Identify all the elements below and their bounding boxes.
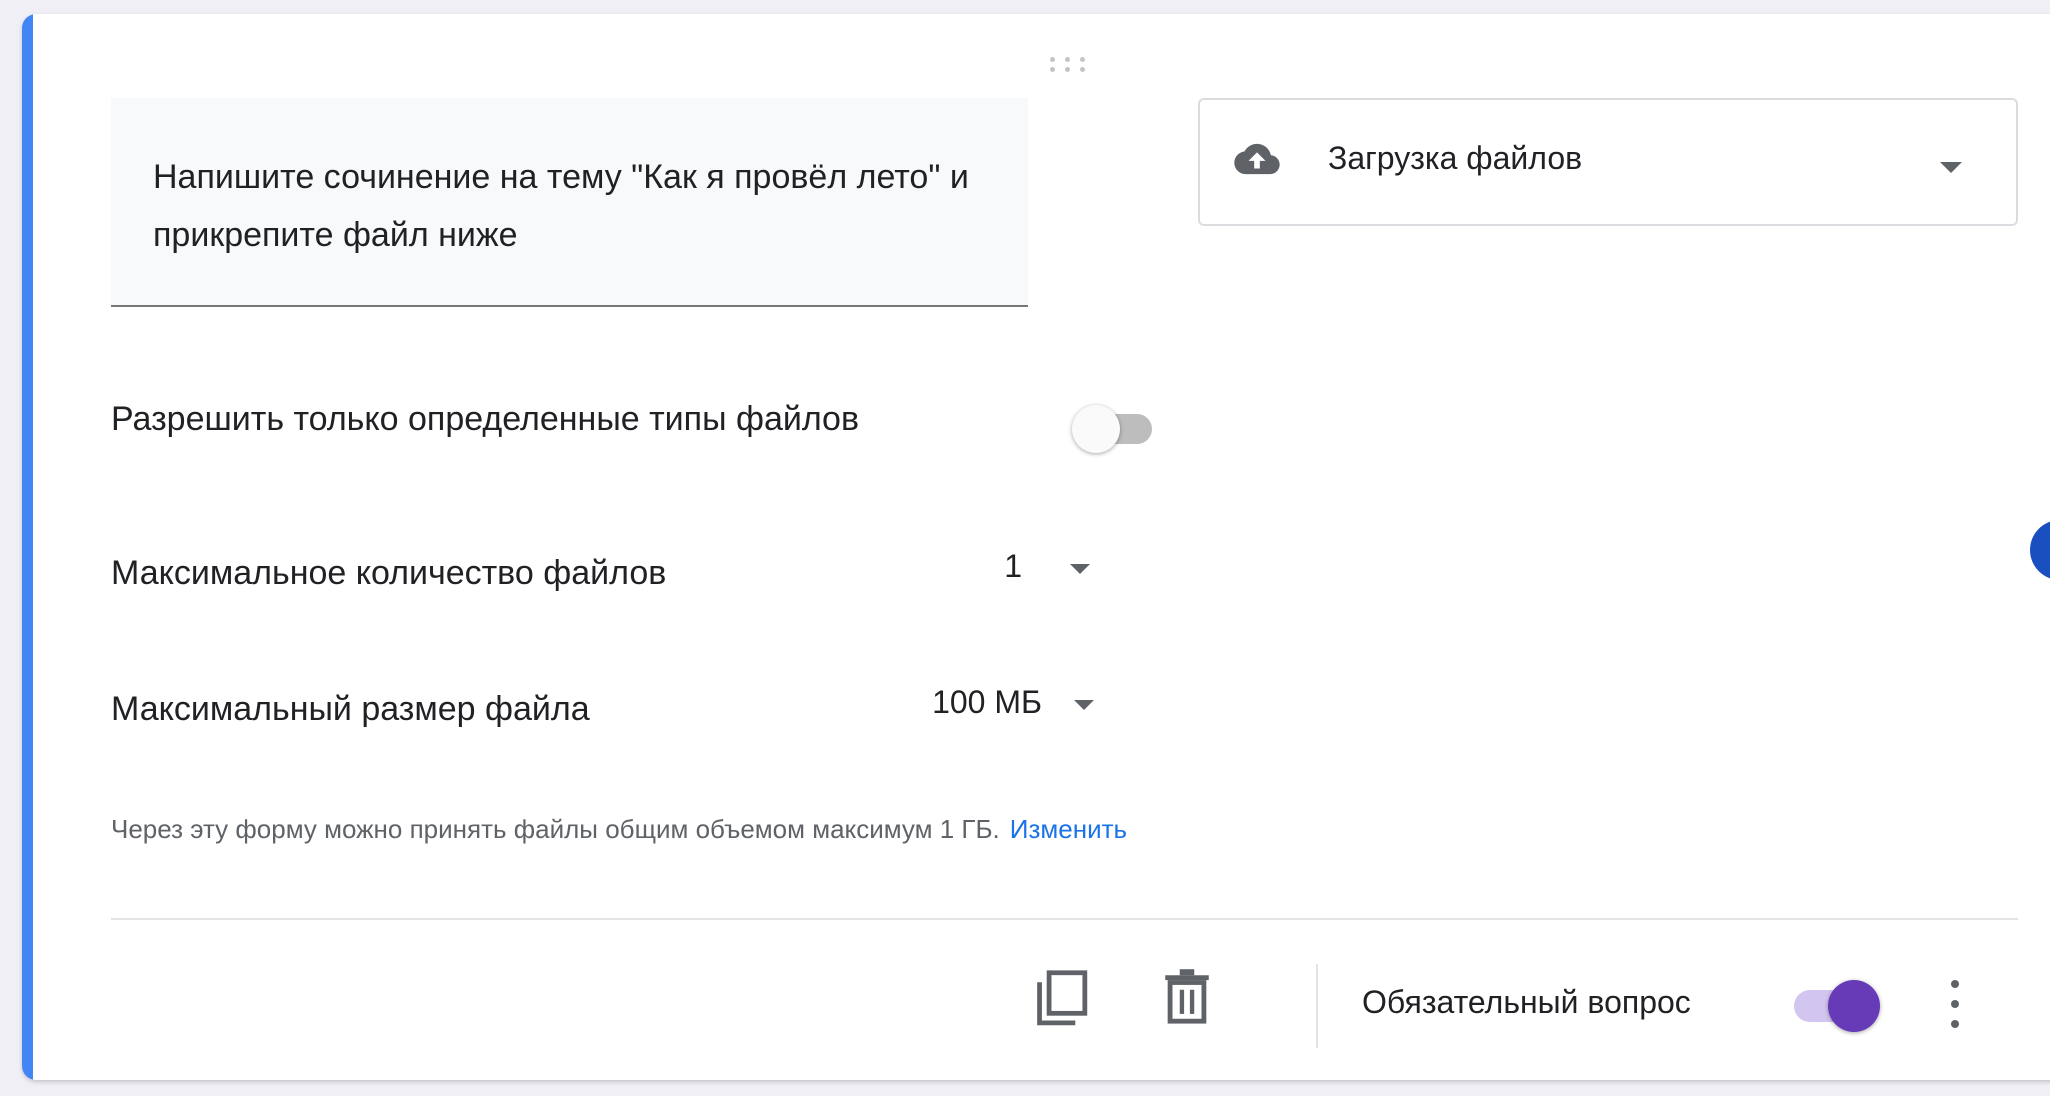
- drag-handle-icon[interactable]: [1047, 54, 1089, 74]
- max-files-select[interactable]: 1: [962, 548, 1022, 585]
- max-size-label: Максимальный размер файла: [111, 690, 590, 728]
- question-title-field[interactable]: Напишите сочинение на тему "Как я провёл…: [111, 98, 1028, 307]
- toggle-thumb: [1828, 980, 1880, 1032]
- max-size-select[interactable]: 100 МБ: [862, 684, 1042, 721]
- max-files-chevron-down-icon[interactable]: [1070, 564, 1090, 574]
- question-type-label: Загрузка файлов: [1328, 140, 1583, 176]
- required-toggle[interactable]: [1788, 974, 1898, 1036]
- change-quota-link[interactable]: Изменить: [1010, 814, 1127, 844]
- quota-note-text: Через эту форму можно принять файлы общи…: [111, 814, 1000, 844]
- toggle-thumb: [1072, 405, 1120, 453]
- question-type-select[interactable]: Загрузка файлов: [1198, 98, 2018, 226]
- max-files-label: Максимальное количество файлов: [111, 554, 667, 592]
- cloud-upload-icon: [1234, 143, 1280, 175]
- question-card[interactable]: Напишите сочинение на тему "Как я провёл…: [22, 14, 2050, 1080]
- allow-file-types-label: Разрешить только определенные типы файло…: [111, 400, 860, 438]
- active-accent-bar: [22, 14, 33, 1080]
- max-size-chevron-down-icon[interactable]: [1074, 700, 1094, 710]
- footer-vertical-divider: [1316, 964, 1318, 1048]
- copy-icon[interactable]: [1032, 968, 1090, 1030]
- footer-divider: [111, 918, 2018, 920]
- more-vert-icon[interactable]: [1940, 976, 1970, 1032]
- required-label: Обязательный вопрос: [1362, 984, 1691, 1020]
- trash-icon[interactable]: [1162, 968, 1212, 1026]
- chevron-down-icon: [1940, 162, 1962, 173]
- allow-file-types-toggle[interactable]: [1068, 400, 1172, 460]
- quota-note: Через эту форму можно принять файлы общи…: [111, 814, 1127, 845]
- question-title-text: Напишите сочинение на тему "Как я провёл…: [153, 158, 969, 254]
